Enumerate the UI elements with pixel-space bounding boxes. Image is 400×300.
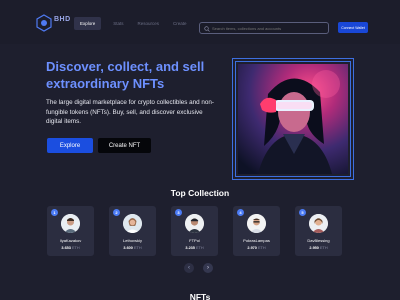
carousel-next-button[interactable]: › <box>203 263 213 273</box>
avatar <box>247 214 266 233</box>
collector-value: 2.970 ETH <box>247 246 266 250</box>
rank-badge: 2 <box>113 209 120 216</box>
collector-name: IlyaKazakov <box>59 238 82 243</box>
header: BHD Explore Stats Resources Create Conne… <box>0 0 400 44</box>
hero-description: The large digital marketplace for crypto… <box>46 99 215 125</box>
create-nft-button[interactable]: Create NFT <box>98 138 151 153</box>
rank-badge: 4 <box>237 209 244 216</box>
collector-name: DavBlessing <box>307 238 330 243</box>
nfts-title: NFTs <box>189 292 211 300</box>
collection-card[interactable]: 3 FTPol 3.235 ETH <box>171 206 218 256</box>
collector-name: FTPol <box>189 238 200 243</box>
top-collection-title: Top Collection <box>170 188 230 198</box>
explore-button[interactable]: Explore <box>47 138 93 153</box>
hero-title-line1: Discover, collect, and sell <box>46 59 205 74</box>
collector-name: PokrasLampas <box>243 238 270 243</box>
avatar <box>185 214 204 233</box>
rank-badge: 5 <box>299 209 306 216</box>
avatar <box>309 214 328 233</box>
search-input[interactable] <box>212 23 326 34</box>
collector-name: Lethovskiy <box>123 238 142 243</box>
logo-text[interactable]: BHD <box>54 16 71 23</box>
top-collection-list: 1 IlyaKazakov 3.653 ETH 2 Lethovskiy 3.6… <box>47 206 357 256</box>
connect-wallet-button[interactable]: Connect Wallet <box>338 22 368 33</box>
nav-stats[interactable]: Stats <box>113 21 123 30</box>
hero-title: Discover, collect, and sell extraordinar… <box>46 58 226 92</box>
rank-badge: 1 <box>51 209 58 216</box>
vr-person-illustration <box>258 70 340 174</box>
collector-value: 3.600 ETH <box>123 246 142 250</box>
collector-value: 3.235 ETH <box>185 246 204 250</box>
collection-card[interactable]: 4 PokrasLampas 2.970 ETH <box>233 206 280 256</box>
collection-card[interactable]: 2 Lethovskiy 3.600 ETH <box>109 206 156 256</box>
nav-create[interactable]: Create <box>173 21 187 30</box>
collector-value: 3.653 ETH <box>61 246 80 250</box>
search-box[interactable] <box>199 22 329 34</box>
avatar <box>123 214 142 233</box>
hero-title-line2: extraordinary NFTs <box>46 76 165 91</box>
collection-card[interactable]: 5 DavBlessing 2.950 ETH <box>295 206 342 256</box>
nav-resources[interactable]: Resources <box>138 21 160 30</box>
logo-icon[interactable] <box>35 14 53 32</box>
avatar <box>61 214 80 233</box>
carousel-prev-button[interactable]: ‹ <box>184 263 194 273</box>
main-nav: Explore Stats Resources Create <box>74 17 201 30</box>
rank-badge: 3 <box>175 209 182 216</box>
hero-nft-image[interactable] <box>238 64 348 174</box>
nav-explore[interactable]: Explore <box>74 17 102 30</box>
collector-value: 2.950 ETH <box>309 246 328 250</box>
collection-card[interactable]: 1 IlyaKazakov 3.653 ETH <box>47 206 94 256</box>
search-icon <box>204 26 210 32</box>
